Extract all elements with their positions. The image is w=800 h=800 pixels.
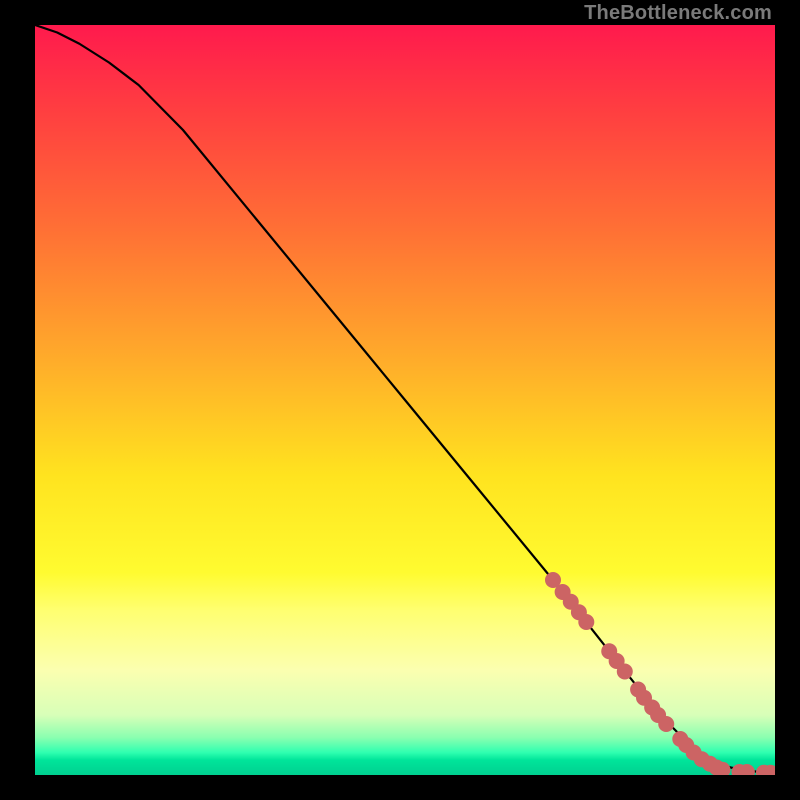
curve-svg — [35, 25, 775, 775]
bottleneck-curve-line — [35, 25, 775, 773]
plot-area — [35, 25, 775, 775]
chart-frame: TheBottleneck.com — [0, 0, 800, 800]
attribution-text: TheBottleneck.com — [584, 2, 772, 25]
markers-group — [545, 572, 775, 775]
marker-point — [658, 716, 674, 732]
marker-point — [617, 664, 633, 680]
marker-point — [578, 614, 594, 630]
